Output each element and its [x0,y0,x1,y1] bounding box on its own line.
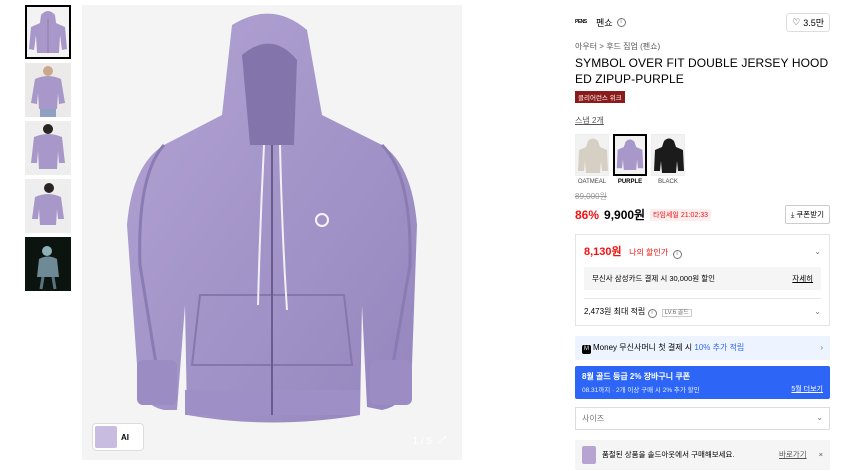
musinsa-money-banner[interactable]: M Money 무신사머니 첫 결제 시 10% 추가 적립 › [575,335,830,360]
thumbnail-3[interactable] [25,121,71,175]
soldout-text: 품절된 상품을 솔드아웃에서 구매해보세요. [602,450,735,459]
card-promo-more[interactable]: 자세히 [792,273,813,284]
soldout-thumbnail [582,445,596,464]
card-promo: 무신사 삼성카드 결제 시 30,000원 할인 자세히 [584,267,821,290]
expand-icon[interactable]: ⤢ [438,435,450,447]
brand-logo: PENS [575,18,587,25]
money-highlight: 10% 추가 적립 [694,342,745,352]
my-price-value: 8,130원 [584,246,622,258]
promo-sub: 08.31까지 · 2개 이상 구매 시 2% 추가 할인 [582,386,700,394]
promo-more[interactable]: 5월 더보기 [791,384,823,394]
price-row: 86% 9,900원 타임세일 21:02:33 ⤓ 쿠폰받기 [575,205,830,224]
color-swatches: OATMEAL PURPLE BLACK [575,134,830,185]
points-text: 2,473원 최대 적립 [584,307,646,316]
original-price: 89,000원 [575,192,607,201]
swatch-black[interactable]: BLACK [651,134,685,185]
gold-coupon-banner[interactable]: 8월 골드 등급 2% 장바구니 쿠폰 08.31까지 · 2개 이상 구매 시… [575,365,830,399]
brand-link[interactable]: PENS 펜쇼 i [575,16,626,29]
clearance-tag: 클리어런스 위크 [575,91,625,103]
size-placeholder: 사이즈 [582,413,605,423]
thumbnail-1[interactable] [25,5,71,59]
breadcrumb[interactable]: 아우터 > 후드 집업 (펜쇼) [575,41,830,52]
hoodie-illustration [127,13,417,423]
product-title: SYMBOL OVER FIT DOUBLE JERSEY HOODED ZIP… [575,56,829,86]
my-price-section: 8,130원 나의 할인가 i ⌄ 무신사 삼성카드 결제 시 30,000원 … [575,234,830,326]
product-info-panel: PENS 펜쇼 i ♡ 3.5만 아우터 > 후드 집업 (펜쇼) SYMBOL… [575,0,830,470]
chevron-down-icon: ⌄ [816,412,823,422]
ai-try-on-badge[interactable]: AI [92,423,144,451]
money-text: Money 무신사머니 첫 결제 시 [593,342,693,352]
info-icon[interactable]: i [616,17,626,27]
soldout-go-link[interactable]: 바로가기 [779,449,807,460]
current-price: 9,900원 [604,208,646,222]
swatch-purple[interactable]: PURPLE [613,134,647,185]
main-product-image[interactable]: AI 1 / 5 ⤢ [82,5,462,460]
ai-thumbnail [95,426,117,448]
coupon-label: 쿠폰받기 [796,210,824,219]
size-select[interactable]: 사이즈 ⌄ [575,406,830,430]
info-icon[interactable]: i [672,249,682,259]
money-logo-icon: M [582,344,591,354]
close-icon[interactable]: × [819,450,823,459]
like-count: 3.5만 [803,17,824,28]
chevron-down-icon[interactable]: ⌄ [814,307,821,316]
heart-icon: ♡ [792,16,801,27]
swatch-label: PURPLE [617,179,643,185]
card-promo-text: 무신사 삼성카드 결제 시 30,000원 할인 [592,274,716,283]
points-row[interactable]: 2,473원 최대 적립 i LV.6 골드 ⌄ [584,298,821,318]
my-price-label: 나의 할인가 [629,248,669,257]
swatch-oatmeal[interactable]: OATMEAL [575,134,609,185]
brand-name: 펜쇼 [596,17,613,28]
coupon-button[interactable]: ⤓ 쿠폰받기 [784,205,830,224]
ai-label: AI [121,432,129,442]
swatch-label: OATMEAL [577,179,607,185]
swatch-label: BLACK [658,179,678,185]
discount-rate: 86% [575,207,600,222]
image-counter: 1 / 5 [412,436,432,447]
thumbnail-5[interactable] [25,237,71,291]
timesale-timer: 타임세일 21:02:33 [650,208,712,221]
level-badge: LV.6 골드 [661,309,692,317]
snap-link[interactable]: 스냅 2개 [575,115,830,126]
my-price-row[interactable]: 8,130원 나의 할인가 i ⌄ [584,242,821,260]
info-icon[interactable]: i [647,308,657,318]
thumbnail-4[interactable] [25,179,71,233]
thumbnail-2[interactable] [25,63,71,117]
promo-title: 8월 골드 등급 2% 장바구니 쿠폰 [582,371,691,381]
chevron-right-icon: › [820,343,823,352]
soldout-banner: 품절된 상품을 솔드아웃에서 구매해보세요. 바로가기 × [575,439,830,470]
like-button[interactable]: ♡ 3.5만 [786,12,830,32]
thumbnail-list [25,5,72,295]
brand-row: PENS 펜쇼 i ♡ 3.5만 [575,12,830,32]
chevron-down-icon[interactable]: ⌄ [814,247,821,256]
